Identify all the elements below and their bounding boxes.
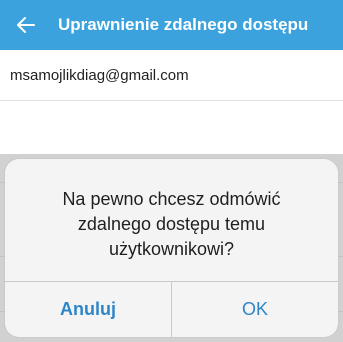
ok-button[interactable]: OK — [172, 282, 338, 337]
arrow-left-icon — [17, 17, 35, 33]
ok-button-label: OK — [241, 299, 268, 319]
cancel-button-label: Anuluj — [60, 299, 116, 319]
email-text: msamojlikdiag@gmail.com — [10, 66, 189, 84]
dialog-button-bar: Anuluj OK — [5, 281, 338, 337]
list-item-email[interactable]: msamojlikdiag@gmail.com — [0, 50, 343, 101]
back-button[interactable] — [6, 0, 46, 50]
separator-gap — [0, 128, 343, 154]
confirm-dialog: Na pewno chcesz odmówić zdalnego dostępu… — [5, 159, 338, 337]
user-list: msamojlikdiag@gmail.com — [0, 50, 343, 128]
page-title: Uprawnienie zdalnego dostępu — [58, 15, 309, 34]
cancel-button[interactable]: Anuluj — [5, 282, 172, 337]
list-empty-space — [0, 101, 343, 128]
app-bar: Uprawnienie zdalnego dostępu — [0, 0, 343, 50]
dialog-message: Na pewno chcesz odmówić zdalnego dostępu… — [62, 189, 281, 259]
